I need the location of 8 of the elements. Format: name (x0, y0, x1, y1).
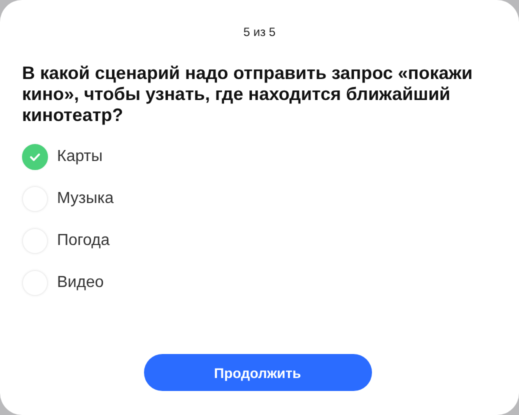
option-label[interactable]: Погода (57, 232, 110, 250)
radio-button[interactable] (22, 144, 48, 170)
progress-counter: 5 из 5 (243, 24, 276, 40)
option-label[interactable]: Музыка (57, 190, 114, 208)
continue-button[interactable]: Продолжить (144, 354, 372, 391)
option-label[interactable]: Карты (57, 148, 103, 166)
option-label[interactable]: Видео (57, 274, 104, 292)
question-text: В какой сценарий надо отправить запрос «покажи кино», чтобы узнать, где находится ближайший кинотеатр? (22, 63, 474, 126)
